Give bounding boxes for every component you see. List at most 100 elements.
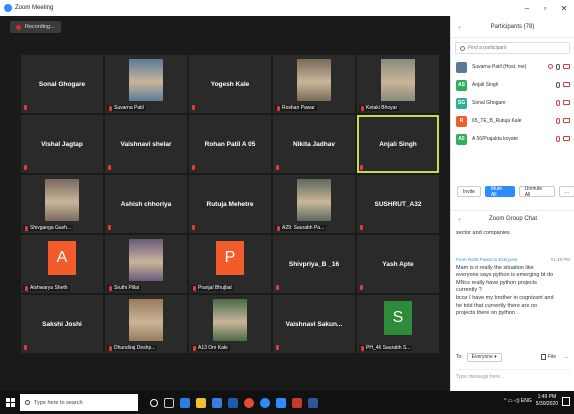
participant-row[interactable]: A5 A 56/Prajakta koyate: [451, 130, 574, 148]
video-off-icon[interactable]: [563, 100, 570, 105]
task-view-icon[interactable]: [164, 397, 174, 408]
participant-name: Pranjal Bhujbal: [198, 285, 232, 291]
participant-row[interactable]: R 65_TE_B_Rutuja Kale: [451, 112, 574, 130]
muted-mic-icon[interactable]: [556, 136, 560, 142]
video-tile[interactable]: Shivganga Gavh...: [21, 175, 103, 233]
taskbar-search-placeholder: Type here to search: [34, 399, 83, 406]
recipient-select[interactable]: Everyone ▾: [466, 352, 502, 362]
participant-name: Rohan Patil A 05: [204, 140, 256, 148]
tray-icons[interactable]: ^ ▭ ◁) ENG: [504, 398, 532, 404]
unmute-all-button[interactable]: Unmute All: [518, 186, 555, 198]
video-tile[interactable]: Vaishnavi Sakun...: [273, 295, 355, 353]
video-tile[interactable]: Sonal Ghogare: [21, 55, 103, 113]
recording-label: Recording...: [25, 24, 55, 30]
muted-mic-icon: [24, 105, 27, 110]
avatar: AS: [456, 79, 467, 91]
zoom-taskbar-icon[interactable]: [260, 397, 270, 408]
participant-row[interactable]: AS Anjali Singh: [451, 76, 574, 94]
video-tile[interactable]: Dhundiraj Deshp...: [105, 295, 187, 353]
participant-name: Sonal Ghogare: [38, 80, 86, 88]
video-tile[interactable]: Shivpriya_B _16: [273, 235, 355, 293]
chat-input[interactable]: Type message here...: [456, 369, 570, 383]
video-tile[interactable]: Vishal Jagtap: [21, 115, 103, 173]
participant-name: Suvarna Patil (Host, me): [472, 64, 527, 70]
window-title: Zoom Meeting: [15, 5, 54, 11]
muted-mic-icon: [277, 105, 280, 111]
mute-all-button[interactable]: Mute All: [484, 186, 515, 198]
video-tile[interactable]: A Aishwarya Sheth: [21, 235, 103, 293]
mail-icon[interactable]: [228, 397, 238, 408]
video-tile[interactable]: Ketaki Bhoyar: [357, 55, 439, 113]
muted-mic-icon: [109, 345, 112, 351]
start-button[interactable]: [0, 391, 20, 414]
chevron-down-icon[interactable]: ⌄: [457, 23, 462, 30]
participant-actions: Invite Mute All Unmute All ...: [451, 186, 574, 198]
mic-icon[interactable]: [556, 64, 560, 70]
video-tile[interactable]: Rohan Patil A 05: [189, 115, 271, 173]
video-tile[interactable]: Suvarna Patil: [105, 55, 187, 113]
video-tile[interactable]: S PH_46 Saurabh S...: [357, 295, 439, 353]
video-tile[interactable]: P Pranjal Bhujbal: [189, 235, 271, 293]
cortana-icon[interactable]: [150, 398, 158, 407]
video-tile[interactable]: Rutuja Mehetre: [189, 175, 271, 233]
chrome-icon[interactable]: [244, 397, 254, 408]
video-tile[interactable]: A29: Saurabh Pa...: [273, 175, 355, 233]
participant-name: Roshan Pawar: [282, 105, 315, 111]
recording-indicator[interactable]: Recording...: [10, 21, 61, 33]
muted-mic-icon: [276, 165, 279, 170]
file-explorer-icon[interactable]: [196, 397, 206, 408]
chat-recipient-row: To: Everyone ▾ File ...: [456, 351, 570, 363]
participant-search-input[interactable]: Find a participant: [455, 42, 570, 54]
video-tile[interactable]: A13 Om Kale: [189, 295, 271, 353]
more-button[interactable]: ...: [558, 186, 574, 197]
video-off-icon[interactable]: [563, 118, 570, 123]
search-icon: [25, 400, 30, 405]
avatar-initial: A: [48, 241, 76, 275]
profile-photo: [213, 299, 247, 341]
video-tile[interactable]: Anjali Singh: [357, 115, 439, 173]
powerpoint-icon[interactable]: [292, 397, 302, 408]
participant-list: Suvarna Patil (Host, me) AS Anjali Singh SG…: [451, 58, 574, 148]
participant-name: SUSHRUT_A32: [374, 200, 422, 208]
restore-button[interactable]: ▫: [536, 0, 554, 16]
taskbar-search-input[interactable]: Type here to search: [20, 394, 138, 411]
participant-row[interactable]: Suvarna Patil (Host, me): [451, 58, 574, 76]
muted-mic-icon[interactable]: [556, 100, 560, 106]
word-icon[interactable]: [308, 397, 318, 408]
video-tile[interactable]: Nikita Jadhav: [273, 115, 355, 173]
chevron-down-icon[interactable]: ⌄: [457, 215, 462, 222]
chat-more-button[interactable]: ...: [564, 354, 568, 360]
close-button[interactable]: ✕: [555, 0, 573, 16]
participant-name: Anjali Singh: [472, 82, 499, 88]
video-tile[interactable]: Ashish chhoriya: [105, 175, 187, 233]
participant-row[interactable]: SG Sonal Ghogare: [451, 94, 574, 112]
video-off-icon[interactable]: [563, 136, 570, 141]
avatar: SG: [456, 97, 467, 109]
video-tile[interactable]: Roshan Pawar: [273, 55, 355, 113]
profile-photo: [297, 59, 331, 101]
edge-icon[interactable]: [180, 397, 190, 408]
video-off-icon[interactable]: [563, 82, 570, 87]
notifications-icon[interactable]: [562, 396, 570, 406]
video-off-icon[interactable]: [563, 64, 570, 69]
participant-name: Suvarna Patil: [114, 105, 144, 111]
meeting-area: Recording... Sonal Ghogare Suvarna Patil Y…: [0, 16, 450, 391]
video-tile[interactable]: Sruthi Pillai: [105, 235, 187, 293]
video-tile[interactable]: Yash Apte: [357, 235, 439, 293]
video-tile[interactable]: Vaishnavi shelar: [105, 115, 187, 173]
muted-mic-icon: [109, 105, 112, 111]
mic-icon[interactable]: [556, 82, 560, 88]
video-tile[interactable]: Yogesh Kale: [189, 55, 271, 113]
taskbar-clock[interactable]: 1:49 PM 5/30/2020: [536, 394, 558, 408]
invite-button[interactable]: Invite: [457, 186, 481, 197]
video-tile[interactable]: Sakshi Joshi: [21, 295, 103, 353]
avatar-initial: P: [216, 241, 244, 275]
video-tile[interactable]: SUSHRUT_A32: [357, 175, 439, 233]
minimize-button[interactable]: –: [518, 0, 536, 16]
store-icon[interactable]: [212, 397, 222, 408]
side-panel: ⌄ Participants (78) Find a participant S…: [450, 16, 574, 391]
participant-name: Vaishnavi shelar: [120, 140, 172, 148]
muted-mic-icon[interactable]: [556, 118, 560, 124]
file-button[interactable]: File: [540, 354, 556, 360]
video-icon[interactable]: [276, 397, 286, 408]
